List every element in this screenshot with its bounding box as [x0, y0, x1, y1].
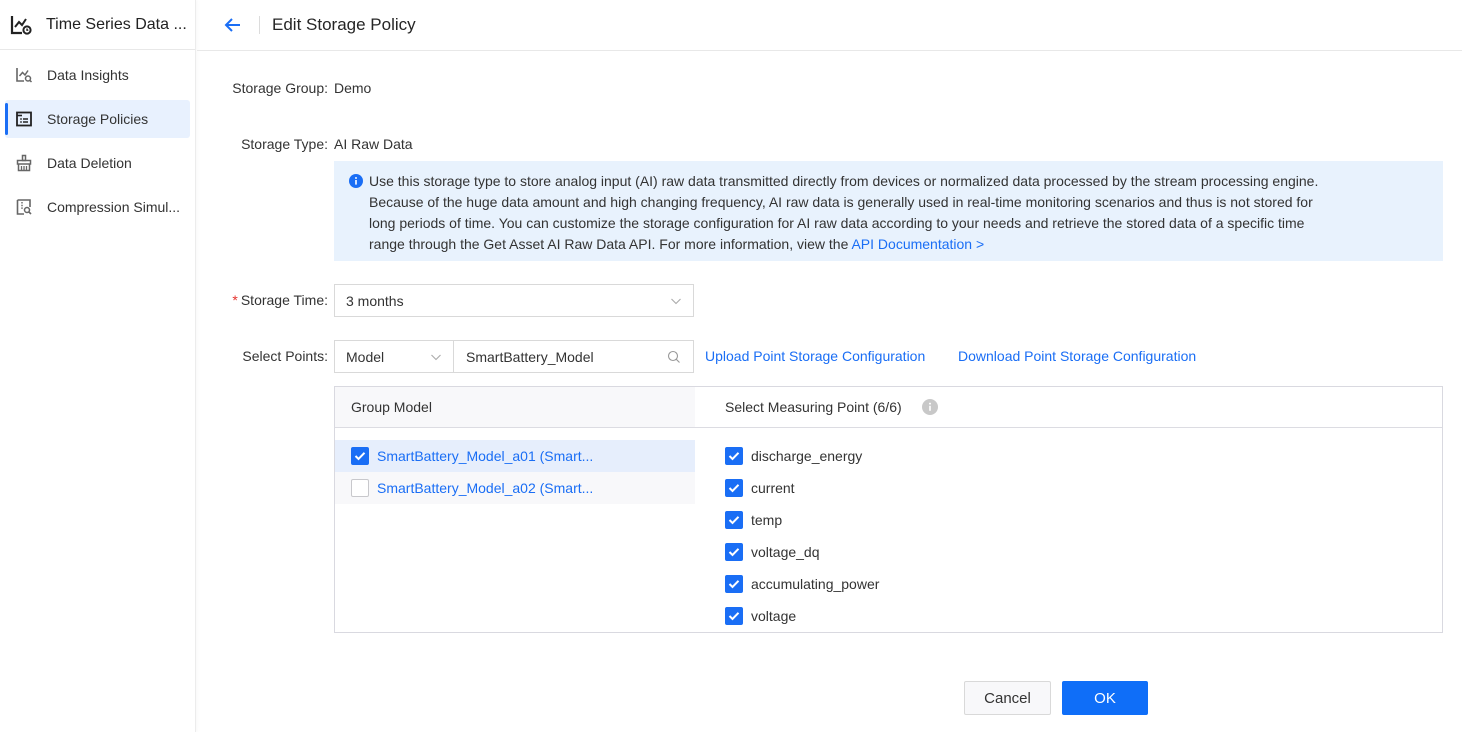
check-icon [728, 516, 740, 525]
group-model-pane: Group Model [335, 387, 695, 632]
point-checkbox[interactable] [725, 447, 743, 465]
sidebar-item-data-insights[interactable]: Data Insights [5, 56, 190, 94]
storage-time-label: * Storage Time: [197, 292, 328, 308]
measuring-point-row[interactable]: accumulating_power [725, 568, 879, 600]
page-title: Edit Storage Policy [272, 15, 416, 34]
chart-search-icon [15, 66, 33, 84]
measuring-point-name: current [751, 480, 795, 496]
sidebar: Time Series Data ... Data Insights Stora… [0, 0, 196, 732]
group-model-name[interactable]: SmartBattery_Model_a02 (Smart... [377, 480, 593, 496]
point-type-value: Model [346, 348, 385, 365]
compression-doc-icon [15, 198, 33, 216]
broom-icon [15, 154, 33, 172]
app-header: Time Series Data ... [0, 0, 195, 50]
sidebar-item-data-deletion[interactable]: Data Deletion [5, 144, 190, 182]
model-search-box [454, 340, 694, 373]
measuring-point-header: Select Measuring Point (6/6) [695, 387, 1442, 428]
group-model-row[interactable]: SmartBattery_Model_a01 (Smart... [335, 440, 695, 472]
header-divider [259, 16, 260, 34]
measuring-point-row[interactable]: temp [725, 504, 879, 536]
check-icon [728, 548, 740, 557]
back-button[interactable] [223, 15, 243, 35]
sidebar-nav: Data Insights Storage Policies Data Dele… [0, 50, 195, 226]
check-icon [728, 612, 740, 621]
check-icon [728, 452, 740, 461]
point-checkbox[interactable] [725, 575, 743, 593]
info-line: long periods of time. You can customize … [369, 215, 1305, 231]
measuring-point-name: discharge_energy [751, 448, 863, 464]
measuring-point-row[interactable]: current [725, 472, 879, 504]
point-checkbox[interactable] [725, 607, 743, 625]
measuring-point-list: discharge_energy current temp voltage_dq… [725, 440, 879, 632]
point-selection-panel: Group Model Select Measuring Point (6/6)… [334, 386, 1443, 633]
storage-group-label: Storage Group: [232, 80, 328, 96]
cancel-button[interactable]: Cancel [964, 681, 1051, 715]
model-search-input[interactable] [466, 348, 646, 365]
search-icon[interactable] [667, 350, 681, 364]
download-config-link[interactable]: Download Point Storage Configuration [958, 348, 1196, 364]
sidebar-item-label: Compression Simul... [47, 199, 181, 215]
storage-type-info: Use this storage type to store analog in… [334, 161, 1443, 261]
info-line: Because of the huge data amount and high… [369, 194, 1313, 210]
ok-button[interactable]: OK [1062, 681, 1148, 715]
time-series-logo-icon [10, 15, 32, 35]
page-header: Edit Storage Policy [197, 0, 1462, 51]
group-checkbox[interactable] [351, 479, 369, 497]
info-line: Use this storage type to store analog in… [369, 173, 1319, 189]
measuring-point-row[interactable]: discharge_energy [725, 440, 879, 472]
sidebar-item-label: Storage Policies [47, 111, 149, 127]
list-folder-icon [15, 110, 33, 128]
storage-type-value: AI Raw Data [334, 136, 413, 152]
sidebar-item-compression-simulation[interactable]: Compression Simul... [5, 188, 190, 226]
info-circle-icon [349, 174, 363, 188]
measuring-point-row[interactable]: voltage [725, 600, 879, 632]
info-text: range through the Get Asset AI Raw Data … [369, 236, 852, 252]
measuring-point-name: voltage [751, 608, 797, 624]
measuring-point-header-text: Select Measuring Point (6/6) [725, 399, 902, 415]
point-checkbox[interactable] [725, 479, 743, 497]
api-documentation-link[interactable]: API Documentation > [851, 236, 984, 252]
group-checkbox[interactable] [351, 447, 369, 465]
info-line: range through the Get Asset AI Raw Data … [369, 234, 1429, 255]
check-icon [354, 452, 366, 461]
measuring-point-name: accumulating_power [751, 576, 880, 592]
group-model-row[interactable]: SmartBattery_Model_a02 (Smart... [335, 472, 695, 504]
sidebar-item-label: Data Insights [47, 67, 129, 83]
sidebar-item-storage-policies[interactable]: Storage Policies [5, 100, 190, 138]
required-mark: * [232, 292, 238, 308]
point-checkbox[interactable] [725, 511, 743, 529]
group-model-list: SmartBattery_Model_a01 (Smart... SmartBa… [335, 440, 695, 504]
storage-time-select[interactable]: 3 months [334, 284, 694, 317]
storage-group-value: Demo [334, 80, 372, 96]
check-icon [728, 484, 740, 493]
point-checkbox[interactable] [725, 543, 743, 561]
measuring-point-name: temp [751, 512, 783, 528]
measuring-point-name: voltage_dq [751, 544, 820, 560]
group-model-header: Group Model [335, 387, 695, 428]
app-title: Time Series Data ... [46, 15, 187, 33]
check-icon [728, 580, 740, 589]
group-model-name[interactable]: SmartBattery_Model_a01 (Smart... [377, 448, 593, 464]
storage-time-value: 3 months [346, 292, 404, 309]
storage-type-label: Storage Type: [241, 136, 328, 152]
storage-time-label-text: Storage Time: [240, 292, 328, 308]
info-icon[interactable] [921, 399, 938, 415]
measuring-point-row[interactable]: voltage_dq [725, 536, 879, 568]
chevron-down-icon [671, 298, 681, 305]
sidebar-item-label: Data Deletion [47, 155, 132, 171]
upload-config-link[interactable]: Upload Point Storage Configuration [705, 348, 925, 364]
arrow-left-icon [224, 18, 240, 32]
select-points-label: Select Points: [242, 348, 328, 364]
point-type-select[interactable]: Model [334, 340, 454, 373]
chevron-down-icon [431, 354, 441, 361]
